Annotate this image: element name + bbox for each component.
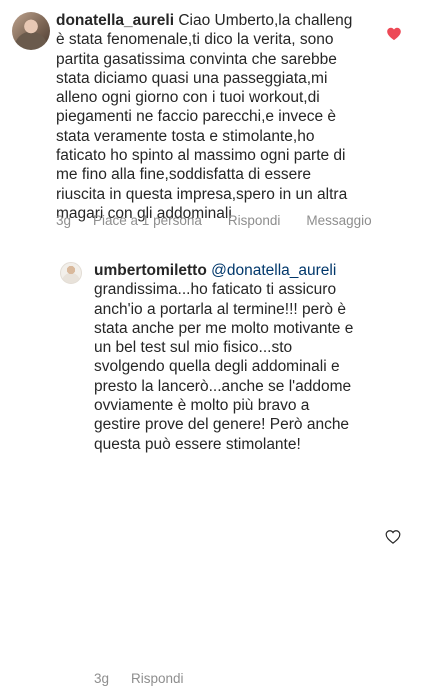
avatar[interactable] bbox=[12, 12, 50, 50]
comment-text: umbertomiletto @donatella_aureli grandis… bbox=[94, 261, 376, 454]
timestamp: 3g bbox=[56, 213, 72, 228]
heart-icon[interactable] bbox=[385, 529, 401, 545]
reply-button[interactable]: Rispondi bbox=[131, 671, 184, 686]
likes-count[interactable]: Piace a 1 persona bbox=[93, 213, 202, 228]
heart-icon[interactable] bbox=[386, 26, 402, 42]
comment-meta: 3g Piace a 1 persona Rispondi Messaggio bbox=[56, 213, 398, 228]
comment-body: grandissima...ho faticato ti assicuro an… bbox=[94, 281, 354, 453]
comment-text: donatella_aureli Ciao Umberto,la challen… bbox=[56, 11, 376, 223]
mention-link[interactable]: @donatella_aureli bbox=[211, 262, 336, 279]
username[interactable]: umbertomiletto bbox=[94, 262, 207, 279]
comment-meta: 3g Rispondi bbox=[94, 671, 210, 686]
reply-button[interactable]: Rispondi bbox=[228, 213, 281, 228]
message-button[interactable]: Messaggio bbox=[306, 213, 371, 228]
avatar[interactable] bbox=[60, 262, 82, 284]
comment-body: Ciao Umberto,la challeng è stata fenomen… bbox=[56, 12, 353, 222]
timestamp: 3g bbox=[94, 671, 110, 686]
username[interactable]: donatella_aureli bbox=[56, 12, 174, 29]
